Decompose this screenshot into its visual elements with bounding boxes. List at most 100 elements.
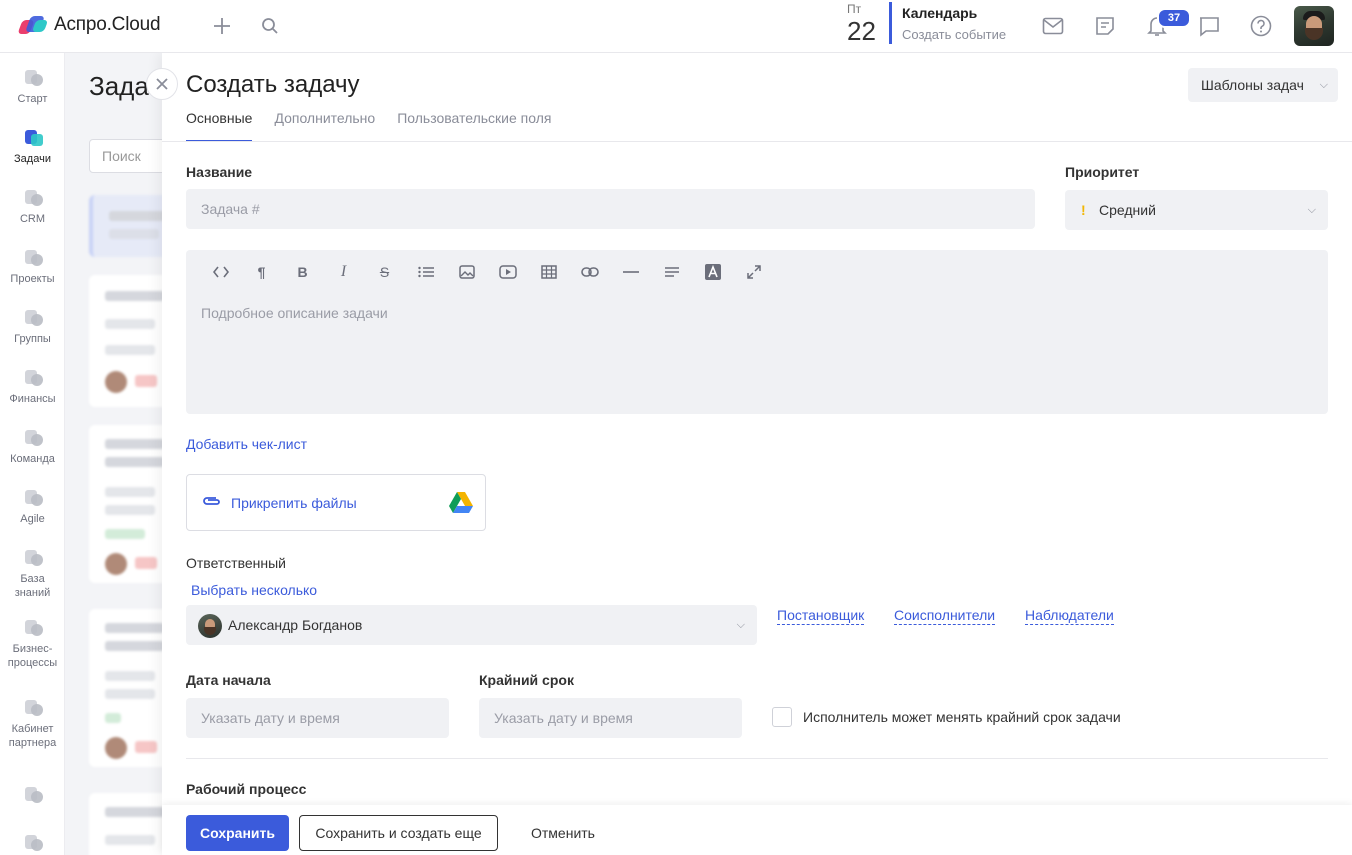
logo[interactable]: Аспро.Cloud	[17, 14, 161, 36]
date-divider	[889, 2, 892, 44]
fullscreen-icon[interactable]	[733, 260, 774, 284]
user-avatar[interactable]	[1294, 6, 1334, 46]
table-icon[interactable]	[528, 260, 569, 284]
search-icon[interactable]	[258, 14, 282, 38]
knowledge-base-icon	[22, 548, 44, 568]
date-weekday: Пт	[847, 2, 862, 16]
priority-select[interactable]: ! Средний ⌵	[1065, 190, 1328, 230]
start-icon	[22, 68, 44, 88]
save-button[interactable]: Сохранить	[186, 815, 289, 851]
brand-name: Аспро.Cloud	[54, 14, 161, 35]
workflow-label: Рабочий процесс	[186, 781, 307, 797]
calendar-title[interactable]: Календарь	[902, 5, 977, 21]
priority-exclamation-icon: !	[1081, 202, 1086, 218]
video-icon[interactable]	[487, 260, 528, 284]
crm-icon	[22, 188, 44, 208]
align-icon[interactable]	[651, 260, 692, 284]
responsible-select[interactable]: Александр Богданов ⌵	[186, 605, 757, 645]
tabs: Основные Дополнительно Пользовательские …	[186, 108, 573, 142]
sidebar-item-team[interactable]: Команда	[0, 428, 65, 466]
finance-icon	[22, 368, 44, 388]
deadline-label: Крайний срок	[479, 672, 574, 688]
create-event-link[interactable]: Создать событие	[902, 27, 1006, 42]
responsible-value: Александр Богданов	[228, 617, 363, 633]
projects-icon	[22, 248, 44, 268]
sidebar-item-groups[interactable]: Группы	[0, 308, 65, 346]
editor-toolbar: ¶ B I S	[200, 260, 774, 284]
sidebar-item-label: Команда	[10, 453, 55, 465]
close-icon	[156, 78, 168, 90]
chevron-down-icon: ⌵	[1307, 204, 1316, 216]
partner-cabinet-icon	[22, 698, 44, 718]
sidebar-item-finance[interactable]: Финансы	[0, 368, 65, 406]
sidebar-item-knowledge-base[interactable]: База знаний	[0, 548, 65, 600]
strikethrough-icon[interactable]: S	[364, 260, 405, 284]
tabs-divider	[162, 141, 1352, 142]
business-processes-icon	[22, 618, 44, 638]
text-color-icon[interactable]	[692, 260, 733, 284]
deadline-change-checkbox-label: Исполнитель может менять крайний срок за…	[803, 709, 1121, 725]
bullet-list-icon[interactable]	[405, 260, 446, 284]
code-icon[interactable]	[200, 260, 241, 284]
sidebar-item-tasks[interactable]: Задачи	[0, 128, 65, 166]
settings-icon	[22, 833, 44, 853]
task-name-input[interactable]: Задача #	[186, 189, 1035, 229]
attach-files-button[interactable]: Прикрепить файлы	[186, 474, 486, 531]
mail-icon[interactable]	[1041, 14, 1065, 38]
chevron-down-icon: ⌵	[736, 619, 745, 631]
add-checklist-link[interactable]: Добавить чек-лист	[186, 436, 307, 452]
italic-icon[interactable]: I	[323, 260, 364, 284]
sidebar-item-label: Старт	[17, 93, 48, 105]
sidebar-item-extra[interactable]	[0, 785, 65, 809]
responsible-label: Ответственный	[186, 555, 286, 571]
tab-custom-fields[interactable]: Пользовательские поля	[397, 108, 551, 142]
tab-additional[interactable]: Дополнительно	[274, 108, 375, 142]
description-editor[interactable]: ¶ B I S Подробное описание задачи	[186, 250, 1328, 414]
select-multiple-link[interactable]: Выбрать несколько	[191, 582, 317, 598]
chevron-down-icon: ⌵	[1319, 79, 1328, 91]
sidebar-item-label: Agile	[20, 513, 45, 525]
link-icon[interactable]	[569, 260, 610, 284]
sidebar-item-crm[interactable]: CRM	[0, 188, 65, 226]
team-icon	[22, 428, 44, 448]
panel-footer: Сохранить Сохранить и создать еще Отмени…	[162, 805, 1352, 855]
sidebar-item-start[interactable]: Старт	[0, 68, 65, 106]
sidebar-item-settings[interactable]	[0, 833, 65, 855]
cancel-button[interactable]: Отменить	[508, 815, 618, 851]
sidebar: Старт Задачи CRM Проекты Группы Финансы …	[0, 53, 65, 855]
sidebar-item-partner-cabinet[interactable]: Кабинет партнера	[0, 698, 65, 750]
avatar	[198, 614, 222, 638]
observers-link[interactable]: Наблюдатели	[1025, 607, 1114, 625]
deadline-input[interactable]: Указать дату и время	[479, 698, 742, 738]
plus-icon[interactable]	[210, 14, 234, 38]
google-drive-icon[interactable]	[449, 492, 473, 514]
paperclip-icon	[202, 494, 222, 510]
date-day: 22	[847, 16, 876, 46]
date-widget[interactable]: Пт 22	[845, 2, 893, 46]
paragraph-icon[interactable]: ¶	[241, 260, 282, 284]
bold-icon[interactable]: B	[282, 260, 323, 284]
sidebar-item-label: Задачи	[14, 153, 51, 165]
chat-icon[interactable]	[1197, 14, 1221, 38]
help-icon[interactable]	[1249, 14, 1273, 38]
horizontal-rule-icon[interactable]	[610, 260, 651, 284]
sidebar-item-agile[interactable]: Agile	[0, 488, 65, 526]
sidebar-item-label: Проекты	[10, 273, 55, 285]
task-templates-dropdown[interactable]: Шаблоны задач ⌵	[1188, 68, 1338, 102]
image-icon[interactable]	[446, 260, 487, 284]
notes-icon[interactable]	[1093, 14, 1117, 38]
create-task-panel: Создать задачу Шаблоны задач ⌵ Основные …	[162, 53, 1352, 855]
coexecutors-link[interactable]: Соисполнители	[894, 607, 996, 625]
save-and-new-button[interactable]: Сохранить и создать еще	[299, 815, 498, 851]
start-date-input[interactable]: Указать дату и время	[186, 698, 449, 738]
assigner-link[interactable]: Постановщик	[777, 607, 865, 625]
section-divider	[186, 758, 1328, 759]
background-page-title: Зада	[89, 71, 149, 101]
sidebar-item-projects[interactable]: Проекты	[0, 248, 65, 286]
page-title: Создать задачу	[186, 71, 360, 98]
tasks-icon	[22, 128, 44, 148]
deadline-change-checkbox[interactable]	[772, 707, 792, 727]
tab-main[interactable]: Основные	[186, 108, 253, 142]
close-panel-button[interactable]	[146, 68, 178, 100]
sidebar-item-business-processes[interactable]: Бизнес-процессы	[0, 618, 65, 670]
